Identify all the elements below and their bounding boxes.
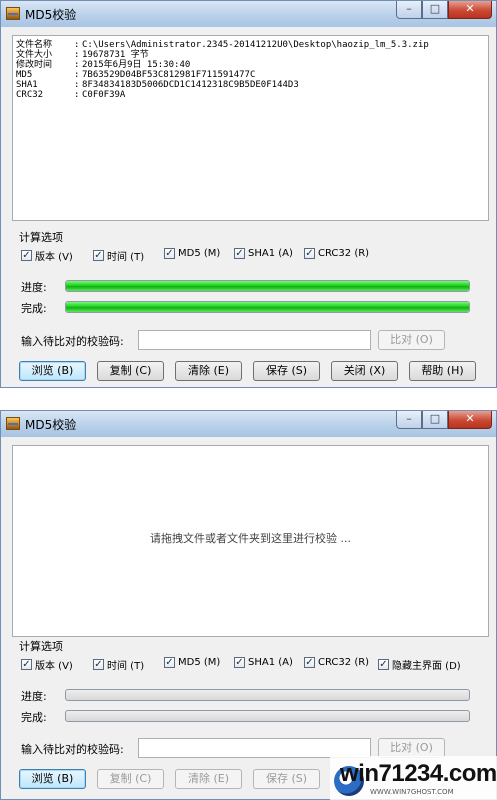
progress-label: 进度: — [21, 281, 47, 294]
options-group-title: 计算选项 — [19, 231, 63, 244]
option-version-checkbox[interactable]: ✓ 版本 (V) — [21, 248, 73, 263]
info-row-modified: 修改时间:2015年6月9日 15:30:40 — [16, 60, 191, 70]
watermark-text: win71234.com — [340, 760, 497, 787]
progress-bar — [65, 689, 470, 701]
close-dialog-button[interactable]: 关闭 (X) — [331, 361, 398, 381]
compare-button[interactable]: 比对 (O) — [378, 330, 445, 350]
compare-label: 输入待比对的校验码: — [21, 335, 124, 348]
option-crc32-checkbox[interactable]: ✓ CRC32 (R) — [304, 657, 369, 668]
winrar-app-icon — [6, 417, 20, 430]
compare-button[interactable]: 比对 (O) — [378, 738, 445, 758]
md5-window-completed: MD5校验 – □ ✕ 文件名称: C:\Users\Administrator.… — [0, 0, 497, 388]
info-value: 19678731 字节 — [82, 50, 149, 60]
drop-hint-text: 请拖拽文件或者文件夹到这里进行校验 ... — [150, 532, 351, 545]
option-time-checkbox[interactable]: ✓ 时间 (T) — [93, 248, 144, 263]
window-title: MD5校验 — [25, 8, 77, 22]
progress-label: 进度: — [21, 690, 47, 703]
option-version-checkbox[interactable]: ✓ 版本 (V) — [21, 657, 73, 672]
checkbox-check-icon: ✓ — [21, 659, 32, 670]
info-row-md5: MD5:7B63529D04BF53C812981F711591477C — [16, 70, 256, 80]
option-md5-checkbox[interactable]: ✓ MD5 (M) — [164, 657, 220, 668]
compare-input[interactable] — [138, 738, 371, 758]
info-label: MD5 — [16, 70, 33, 80]
md5-window-empty: MD5校验 – □ ✕ 请拖拽文件或者文件夹到这里进行校验 ... 计算选项 ✓… — [0, 410, 497, 800]
compare-input[interactable] — [138, 330, 371, 350]
progress-bar — [65, 280, 470, 292]
close-button[interactable]: ✕ — [448, 411, 492, 429]
checkbox-check-icon: ✓ — [304, 248, 315, 259]
checkbox-check-icon: ✓ — [378, 659, 389, 670]
clear-button[interactable]: 清除 (E) — [175, 769, 242, 789]
copy-button[interactable]: 复制 (C) — [97, 361, 164, 381]
checkbox-check-icon: ✓ — [21, 250, 32, 261]
option-hide-main-checkbox[interactable]: ✓ 隐藏主界面 (D) — [378, 657, 461, 672]
title-bar[interactable]: MD5校验 – □ ✕ — [1, 411, 496, 437]
done-bar-fill — [66, 302, 469, 312]
title-bar[interactable]: MD5校验 – □ ✕ — [1, 1, 496, 27]
browse-button[interactable]: 浏览 (B) — [19, 769, 86, 789]
checkbox-check-icon: ✓ — [304, 657, 315, 668]
option-md5-checkbox[interactable]: ✓ MD5 (M) — [164, 248, 220, 259]
save-button[interactable]: 保存 (S) — [253, 769, 320, 789]
checkbox-check-icon: ✓ — [164, 657, 175, 668]
done-label: 完成: — [21, 711, 47, 724]
progress-bar-fill — [66, 281, 469, 291]
checkbox-check-icon: ✓ — [234, 657, 245, 668]
maximize-button[interactable]: □ — [422, 411, 448, 429]
info-value: 7B63529D04BF53C812981F711591477C — [82, 70, 256, 80]
info-row-sha1: SHA1:8F34834183D5006DCD1C1412318C9B5DE0F… — [16, 80, 299, 90]
winrar-app-icon — [6, 7, 20, 20]
minimize-button[interactable]: – — [396, 1, 422, 19]
watermark-subtext: WWW.WIN7GHOST.COM — [370, 788, 454, 796]
help-button[interactable]: 帮助 (H) — [409, 361, 476, 381]
site-watermark: win71234.com WWW.WIN7GHOST.COM — [330, 756, 497, 800]
minimize-button[interactable]: – — [396, 411, 422, 429]
close-button[interactable]: ✕ — [448, 1, 492, 19]
option-crc32-checkbox[interactable]: ✓ CRC32 (R) — [304, 248, 369, 259]
info-value: 2015年6月9日 15:30:40 — [82, 60, 191, 70]
info-value: C:\Users\Administrator.2345-20141212U0\D… — [82, 40, 429, 50]
checkbox-check-icon: ✓ — [93, 659, 104, 670]
clear-button[interactable]: 清除 (E) — [175, 361, 242, 381]
info-row-filename: 文件名称: C:\Users\Administrator.2345-2014121… — [16, 40, 429, 50]
info-label: 文件名称 — [16, 40, 53, 50]
window-title: MD5校验 — [25, 418, 77, 432]
copy-button[interactable]: 复制 (C) — [97, 769, 164, 789]
save-button[interactable]: 保存 (S) — [253, 361, 320, 381]
options-group-title: 计算选项 — [19, 640, 63, 653]
file-drop-area[interactable]: 请拖拽文件或者文件夹到这里进行校验 ... — [12, 445, 489, 637]
info-value: C0F0F39A — [82, 90, 126, 100]
info-label: SHA1 — [16, 80, 38, 90]
info-label: 修改时间 — [16, 60, 53, 70]
compare-label: 输入待比对的校验码: — [21, 743, 124, 756]
info-label: 文件大小 — [16, 50, 53, 60]
option-time-checkbox[interactable]: ✓ 时间 (T) — [93, 657, 144, 672]
option-sha1-checkbox[interactable]: ✓ SHA1 (A) — [234, 248, 293, 259]
done-label: 完成: — [21, 302, 47, 315]
done-bar — [65, 301, 470, 313]
maximize-button[interactable]: □ — [422, 1, 448, 19]
option-sha1-checkbox[interactable]: ✓ SHA1 (A) — [234, 657, 293, 668]
hash-result-panel[interactable]: 文件名称: C:\Users\Administrator.2345-2014121… — [12, 35, 489, 221]
browse-button[interactable]: 浏览 (B) — [19, 361, 86, 381]
info-row-filesize: 文件大小:19678731 字节 — [16, 50, 149, 60]
info-label: CRC32 — [16, 90, 44, 100]
done-bar — [65, 710, 470, 722]
checkbox-check-icon: ✓ — [164, 248, 175, 259]
info-row-crc32: CRC32: C0F0F39A — [16, 90, 126, 100]
checkbox-check-icon: ✓ — [234, 248, 245, 259]
checkbox-check-icon: ✓ — [93, 250, 104, 261]
info-value: 8F34834183D5006DCD1C1412318C9B5DE0F144D3 — [82, 80, 299, 90]
